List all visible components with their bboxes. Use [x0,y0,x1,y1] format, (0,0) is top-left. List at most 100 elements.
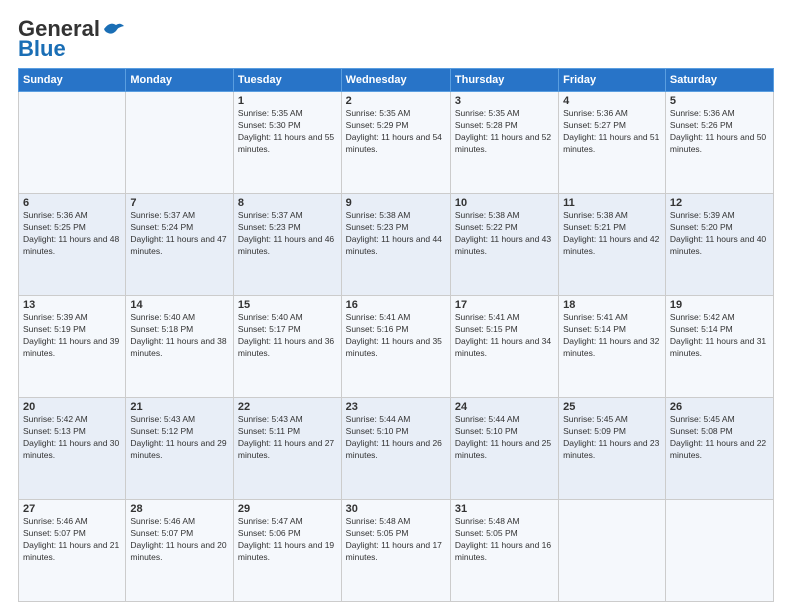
day-cell: 7Sunrise: 5:37 AM Sunset: 5:24 PM Daylig… [126,194,234,296]
day-info: Sunrise: 5:48 AM Sunset: 5:05 PM Dayligh… [455,516,554,564]
day-cell: 25Sunrise: 5:45 AM Sunset: 5:09 PM Dayli… [559,398,666,500]
day-number: 25 [563,401,661,413]
day-cell [665,500,773,602]
day-number: 26 [670,401,769,413]
day-cell: 1Sunrise: 5:35 AM Sunset: 5:30 PM Daylig… [233,92,341,194]
day-number: 22 [238,401,337,413]
day-info: Sunrise: 5:37 AM Sunset: 5:24 PM Dayligh… [130,210,229,258]
day-info: Sunrise: 5:36 AM Sunset: 5:27 PM Dayligh… [563,108,661,156]
day-cell: 24Sunrise: 5:44 AM Sunset: 5:10 PM Dayli… [450,398,558,500]
day-info: Sunrise: 5:38 AM Sunset: 5:22 PM Dayligh… [455,210,554,258]
day-cell: 20Sunrise: 5:42 AM Sunset: 5:13 PM Dayli… [19,398,126,500]
day-number: 8 [238,197,337,209]
day-number: 16 [346,299,446,311]
day-info: Sunrise: 5:43 AM Sunset: 5:12 PM Dayligh… [130,414,229,462]
day-number: 14 [130,299,229,311]
day-number: 4 [563,95,661,107]
day-cell: 31Sunrise: 5:48 AM Sunset: 5:05 PM Dayli… [450,500,558,602]
day-info: Sunrise: 5:37 AM Sunset: 5:23 PM Dayligh… [238,210,337,258]
day-number: 31 [455,503,554,515]
day-info: Sunrise: 5:38 AM Sunset: 5:21 PM Dayligh… [563,210,661,258]
day-cell: 14Sunrise: 5:40 AM Sunset: 5:18 PM Dayli… [126,296,234,398]
day-number: 20 [23,401,121,413]
calendar-header-row: SundayMondayTuesdayWednesdayThursdayFrid… [19,69,774,92]
day-info: Sunrise: 5:42 AM Sunset: 5:13 PM Dayligh… [23,414,121,462]
day-number: 21 [130,401,229,413]
day-cell: 28Sunrise: 5:46 AM Sunset: 5:07 PM Dayli… [126,500,234,602]
day-cell: 5Sunrise: 5:36 AM Sunset: 5:26 PM Daylig… [665,92,773,194]
day-cell: 22Sunrise: 5:43 AM Sunset: 5:11 PM Dayli… [233,398,341,500]
day-info: Sunrise: 5:44 AM Sunset: 5:10 PM Dayligh… [346,414,446,462]
day-number: 11 [563,197,661,209]
day-header-tuesday: Tuesday [233,69,341,92]
day-number: 28 [130,503,229,515]
day-number: 3 [455,95,554,107]
header: General Blue [18,16,774,62]
day-number: 24 [455,401,554,413]
day-number: 5 [670,95,769,107]
day-cell: 23Sunrise: 5:44 AM Sunset: 5:10 PM Dayli… [341,398,450,500]
day-number: 19 [670,299,769,311]
day-number: 29 [238,503,337,515]
day-info: Sunrise: 5:35 AM Sunset: 5:28 PM Dayligh… [455,108,554,156]
day-number: 23 [346,401,446,413]
day-cell: 21Sunrise: 5:43 AM Sunset: 5:12 PM Dayli… [126,398,234,500]
day-number: 7 [130,197,229,209]
day-number: 17 [455,299,554,311]
day-number: 27 [23,503,121,515]
week-row-2: 13Sunrise: 5:39 AM Sunset: 5:19 PM Dayli… [19,296,774,398]
day-cell: 15Sunrise: 5:40 AM Sunset: 5:17 PM Dayli… [233,296,341,398]
day-number: 15 [238,299,337,311]
day-cell: 3Sunrise: 5:35 AM Sunset: 5:28 PM Daylig… [450,92,558,194]
day-cell: 19Sunrise: 5:42 AM Sunset: 5:14 PM Dayli… [665,296,773,398]
day-info: Sunrise: 5:41 AM Sunset: 5:16 PM Dayligh… [346,312,446,360]
day-cell: 12Sunrise: 5:39 AM Sunset: 5:20 PM Dayli… [665,194,773,296]
day-cell: 4Sunrise: 5:36 AM Sunset: 5:27 PM Daylig… [559,92,666,194]
day-info: Sunrise: 5:46 AM Sunset: 5:07 PM Dayligh… [130,516,229,564]
day-cell: 10Sunrise: 5:38 AM Sunset: 5:22 PM Dayli… [450,194,558,296]
day-header-sunday: Sunday [19,69,126,92]
day-cell: 30Sunrise: 5:48 AM Sunset: 5:05 PM Dayli… [341,500,450,602]
day-number: 18 [563,299,661,311]
day-cell [126,92,234,194]
day-header-friday: Friday [559,69,666,92]
day-cell: 18Sunrise: 5:41 AM Sunset: 5:14 PM Dayli… [559,296,666,398]
day-info: Sunrise: 5:39 AM Sunset: 5:20 PM Dayligh… [670,210,769,258]
day-number: 13 [23,299,121,311]
day-number: 30 [346,503,446,515]
day-cell [19,92,126,194]
day-cell: 2Sunrise: 5:35 AM Sunset: 5:29 PM Daylig… [341,92,450,194]
day-info: Sunrise: 5:35 AM Sunset: 5:29 PM Dayligh… [346,108,446,156]
day-info: Sunrise: 5:48 AM Sunset: 5:05 PM Dayligh… [346,516,446,564]
day-info: Sunrise: 5:35 AM Sunset: 5:30 PM Dayligh… [238,108,337,156]
calendar-body: 1Sunrise: 5:35 AM Sunset: 5:30 PM Daylig… [19,92,774,602]
day-header-wednesday: Wednesday [341,69,450,92]
day-cell: 27Sunrise: 5:46 AM Sunset: 5:07 PM Dayli… [19,500,126,602]
day-number: 12 [670,197,769,209]
week-row-1: 6Sunrise: 5:36 AM Sunset: 5:25 PM Daylig… [19,194,774,296]
day-info: Sunrise: 5:41 AM Sunset: 5:14 PM Dayligh… [563,312,661,360]
day-cell: 17Sunrise: 5:41 AM Sunset: 5:15 PM Dayli… [450,296,558,398]
day-cell: 8Sunrise: 5:37 AM Sunset: 5:23 PM Daylig… [233,194,341,296]
day-cell: 9Sunrise: 5:38 AM Sunset: 5:23 PM Daylig… [341,194,450,296]
day-info: Sunrise: 5:41 AM Sunset: 5:15 PM Dayligh… [455,312,554,360]
day-info: Sunrise: 5:47 AM Sunset: 5:06 PM Dayligh… [238,516,337,564]
day-header-thursday: Thursday [450,69,558,92]
logo: General Blue [18,16,124,62]
day-cell: 26Sunrise: 5:45 AM Sunset: 5:08 PM Dayli… [665,398,773,500]
day-info: Sunrise: 5:40 AM Sunset: 5:18 PM Dayligh… [130,312,229,360]
day-header-saturday: Saturday [665,69,773,92]
day-cell: 16Sunrise: 5:41 AM Sunset: 5:16 PM Dayli… [341,296,450,398]
day-info: Sunrise: 5:43 AM Sunset: 5:11 PM Dayligh… [238,414,337,462]
day-number: 2 [346,95,446,107]
day-info: Sunrise: 5:42 AM Sunset: 5:14 PM Dayligh… [670,312,769,360]
week-row-4: 27 Sunrise: 5:46 AM Sunset: 5:07 PM Dayli… [19,500,774,602]
day-cell [559,500,666,602]
day-number: 9 [346,197,446,209]
calendar-table: SundayMondayTuesdayWednesdayThursdayFrid… [18,68,774,602]
logo-bird-icon [102,21,124,37]
day-cell: 29Sunrise: 5:47 AM Sunset: 5:06 PM Dayli… [233,500,341,602]
day-info: Sunrise: 5:36 AM Sunset: 5:26 PM Dayligh… [670,108,769,156]
day-info: Sunrise: 5:45 AM Sunset: 5:08 PM Dayligh… [670,414,769,462]
day-number: 6 [23,197,121,209]
